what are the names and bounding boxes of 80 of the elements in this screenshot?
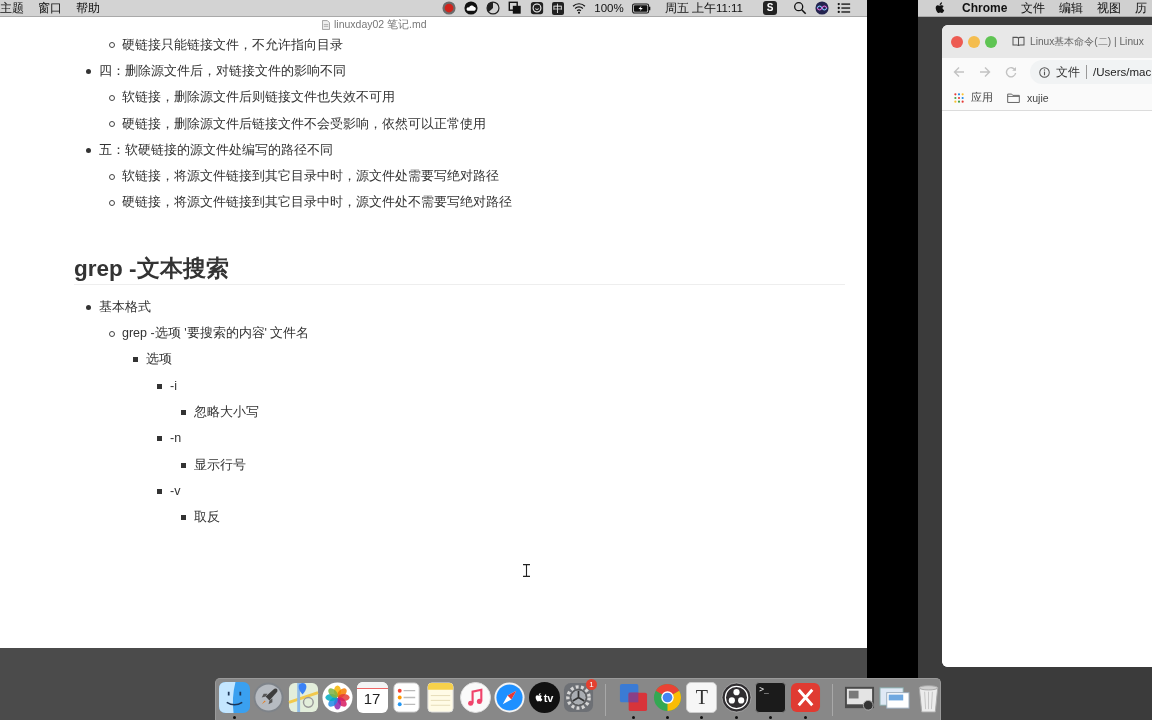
notepad-icon[interactable] xyxy=(425,682,457,713)
list-item-text: -n xyxy=(170,430,182,448)
list-item-text: 四：删除源文件后，对链接文件的影响不同 xyxy=(99,62,346,80)
bullet-square-icon xyxy=(133,357,138,363)
open-book-icon xyxy=(1012,36,1025,47)
wifi-icon[interactable] xyxy=(572,1,587,15)
music-note-icon[interactable] xyxy=(459,682,491,713)
menu-item[interactable]: 历 xyxy=(1135,0,1148,16)
bullet-dot-icon xyxy=(86,68,91,74)
smiley-icon[interactable] xyxy=(530,1,545,15)
menu-item[interactable]: 帮助 xyxy=(76,0,100,16)
address-text: /Users/mac xyxy=(1093,66,1152,78)
bullet-dot-icon xyxy=(86,147,91,153)
menu-item[interactable]: 编辑 xyxy=(1059,0,1084,16)
list-item-text: 硬链接，将源文件链接到其它目录中时，源文件处不需要写绝对路径 xyxy=(122,194,512,212)
aperture-icon[interactable] xyxy=(720,682,752,713)
bullet-square-icon xyxy=(157,488,162,494)
window-title: linuxday02 笔记.md xyxy=(334,17,427,32)
address-bar[interactable]: 文件 /Users/mac xyxy=(1030,60,1152,84)
info-icon xyxy=(1039,66,1050,78)
bullet-dot-icon xyxy=(86,304,91,310)
compass-icon[interactable] xyxy=(494,682,526,713)
list-item-text: -v xyxy=(170,482,181,500)
orb-icon[interactable] xyxy=(815,1,829,15)
list-item-text: 软链接，删除源文件后则链接文件也失效不可用 xyxy=(122,89,395,107)
cloud-icon[interactable] xyxy=(464,1,479,15)
bullet-square-icon xyxy=(181,515,186,521)
security-chip-label: 文件 xyxy=(1056,64,1080,80)
menu-item[interactable]: 文件 xyxy=(1021,0,1046,16)
menu-item[interactable]: 视图 xyxy=(1097,0,1122,16)
smiling-face-icon[interactable] xyxy=(219,682,250,713)
menu-item[interactable]: 窗口 xyxy=(38,0,62,16)
list-item-text: 显示行号 xyxy=(194,456,246,474)
calendar-icon[interactable]: 17 xyxy=(356,682,388,713)
map-icon[interactable] xyxy=(287,682,319,713)
list-item-text: 硬链接，删除源文件后链接文件不会受影响，依然可以正常使用 xyxy=(122,115,486,133)
input-method-button[interactable]: 中 xyxy=(552,1,565,15)
bookmark-item[interactable]: xujie xyxy=(1007,92,1049,104)
list-item-text: 选项 xyxy=(146,351,172,369)
gear-icon[interactable] xyxy=(562,682,594,713)
bullet-square-icon xyxy=(181,409,186,415)
bullet-square-icon xyxy=(157,436,162,442)
battery-percentage: 100% xyxy=(594,2,624,14)
close-button[interactable] xyxy=(951,35,963,48)
rocket-icon[interactable] xyxy=(253,682,285,713)
checklist-icon[interactable] xyxy=(390,682,422,713)
menu-list-icon[interactable] xyxy=(837,1,851,15)
folder-icon xyxy=(1007,93,1020,103)
battery-charging-icon[interactable] xyxy=(631,2,651,14)
section-heading: grep -文本搜索 xyxy=(74,255,229,284)
file-icon xyxy=(322,19,330,30)
bullet-square-icon xyxy=(157,383,162,389)
bookmark-item[interactable]: 应用 xyxy=(954,91,993,105)
list-item-text: 五：软硬链接的源文件处编写的路径不同 xyxy=(99,141,333,159)
apple-icon[interactable] xyxy=(935,2,945,14)
flower-icon[interactable] xyxy=(322,682,354,713)
app-menu[interactable]: Chrome xyxy=(962,0,1008,16)
cross-icon[interactable] xyxy=(789,682,821,713)
half-filled-circle-icon[interactable] xyxy=(486,1,501,15)
text-cursor-icon xyxy=(523,564,530,577)
menu-clock[interactable]: 周五 上午11:11 xyxy=(664,0,743,16)
list-item-text: 基本格式 xyxy=(99,298,151,316)
tv-icon[interactable]: tv xyxy=(528,682,560,713)
list-item-text: grep -选项 '要搜索的内容' 文件名 xyxy=(122,325,310,342)
menu-item[interactable]: 主题 xyxy=(0,0,24,16)
terminal-icon[interactable]: >_ xyxy=(755,682,787,713)
list-item-text: 取反 xyxy=(194,509,220,527)
letter-t-icon[interactable]: T xyxy=(686,682,718,713)
notification-count: 1 xyxy=(585,679,597,690)
grid-icon xyxy=(954,93,964,103)
record-icon[interactable] xyxy=(442,1,457,15)
bullet-square-icon xyxy=(181,462,186,468)
segmented-circle-icon[interactable] xyxy=(652,682,684,713)
list-item-text: 忽略大小写 xyxy=(194,403,259,421)
list-item-text: 软链接，将源文件链接到其它目录中时，源文件处需要写绝对路径 xyxy=(122,168,499,186)
list-item-text: 硬链接只能链接文件，不允许指向目录 xyxy=(122,36,343,54)
search-icon[interactable] xyxy=(793,1,807,15)
stacked-squares-icon[interactable] xyxy=(508,1,523,15)
app-status-button[interactable]: S xyxy=(763,1,777,15)
list-item-text: -i xyxy=(170,377,177,395)
